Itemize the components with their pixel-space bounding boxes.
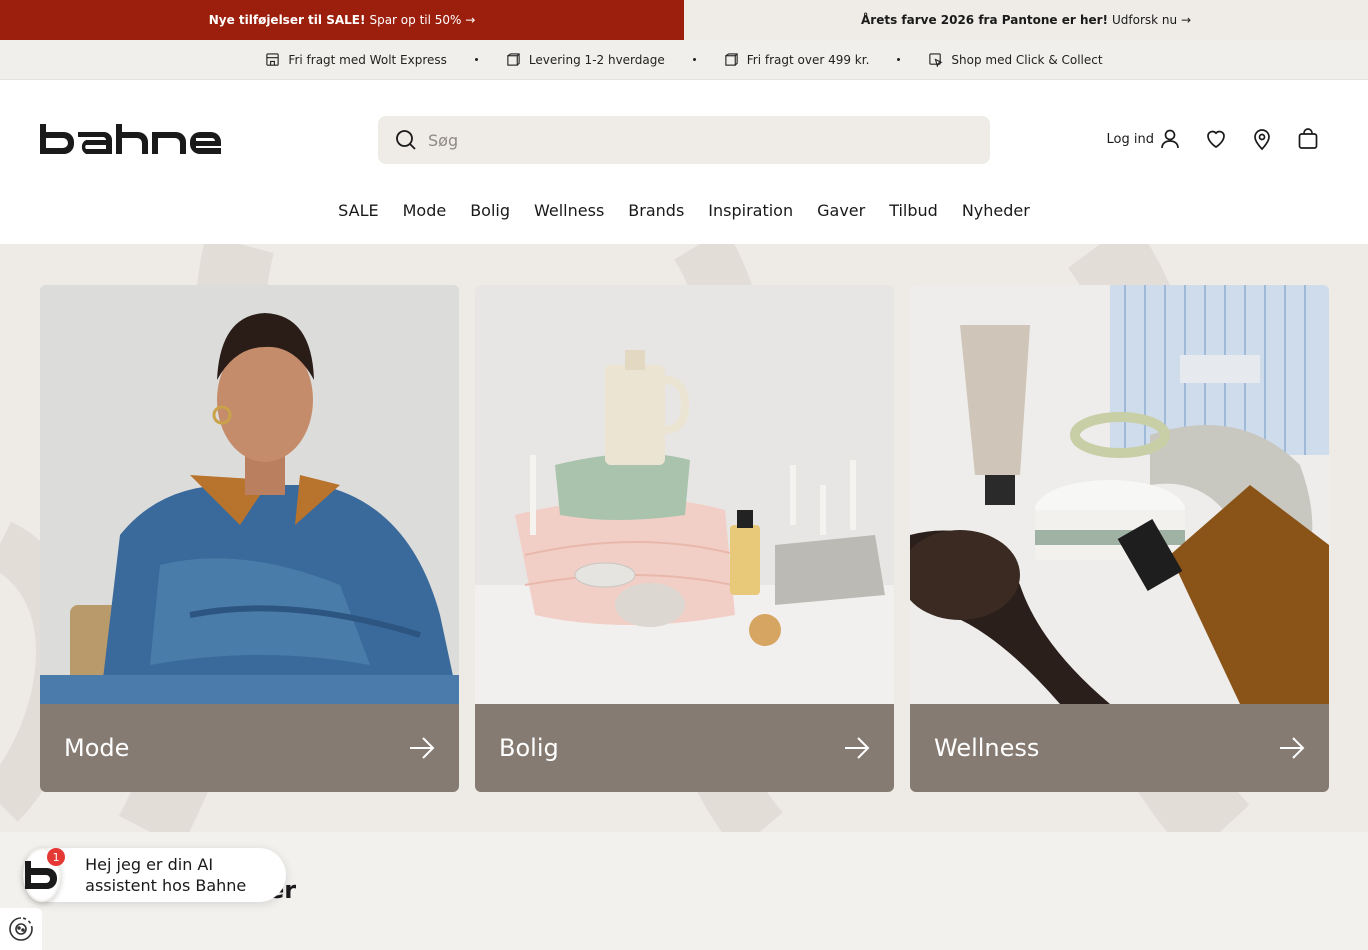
shopping-bag-icon xyxy=(1298,128,1318,149)
category-bar: Wellness xyxy=(910,704,1329,792)
location-pin-icon xyxy=(1254,129,1270,151)
category-cards: Mode Bolig Wellness xyxy=(40,285,1329,792)
category-hero: Mode Bolig Wellness xyxy=(0,244,1368,832)
mode-image xyxy=(40,285,459,704)
nav-item-wellness[interactable]: Wellness xyxy=(534,201,604,220)
nav-item-tilbud[interactable]: Tilbud xyxy=(889,201,938,220)
usp-item: Fri fragt med Wolt Express xyxy=(265,52,447,67)
nav-item-gaver[interactable]: Gaver xyxy=(817,201,865,220)
logo-wordmark xyxy=(40,124,221,154)
sale-promo-link[interactable]: Nye tilføjelser til SALE! Spar op til 50… xyxy=(0,0,684,40)
category-bar: Mode xyxy=(40,704,459,792)
usp-bar: Fri fragt med Wolt Express Levering 1-2 … xyxy=(0,40,1368,80)
usp-item: Levering 1-2 hverdage xyxy=(506,52,665,67)
store-locator-button[interactable] xyxy=(1250,127,1274,151)
arrow-right-icon xyxy=(1280,737,1305,759)
usp-item: Shop med Click & Collect xyxy=(928,52,1103,67)
bolig-image xyxy=(475,285,894,704)
usp-label: Fri fragt med Wolt Express xyxy=(288,52,447,67)
ai-chat-widget[interactable]: 1 Hej jeg er din AI assistent hos Bahne xyxy=(23,848,286,902)
cookie-settings-button[interactable] xyxy=(0,908,42,950)
user-icon xyxy=(1161,129,1179,149)
cart-button[interactable] xyxy=(1296,127,1320,151)
category-label: Wellness xyxy=(934,734,1040,762)
arrow-right-icon xyxy=(410,737,435,759)
pantone-promo-text: Udforsk nu → xyxy=(1112,13,1192,27)
box-icon xyxy=(725,53,738,66)
site-header: Log ind SALE Mode Bolig Wellness Brands … xyxy=(0,80,1368,244)
usp-item: Fri fragt over 499 kr. xyxy=(724,52,870,67)
sale-promo-bold: Nye tilføjelser til SALE! xyxy=(208,13,366,27)
login-label: Log ind xyxy=(1106,131,1154,147)
nav-item-brands[interactable]: Brands xyxy=(628,201,684,220)
notification-badge: 1 xyxy=(47,848,66,866)
wellness-image xyxy=(910,285,1329,704)
usp-separator xyxy=(474,58,478,61)
search-bar[interactable] xyxy=(378,116,990,164)
category-card-mode[interactable]: Mode xyxy=(40,285,459,792)
usp-label: Shop med Click & Collect xyxy=(951,52,1103,67)
cookie-icon xyxy=(9,917,33,941)
heart-icon xyxy=(1207,130,1225,149)
nav-item-inspiration[interactable]: Inspiration xyxy=(708,201,793,220)
usp-separator xyxy=(897,58,901,61)
search-icon xyxy=(396,130,416,150)
category-card-bolig[interactable]: Bolig xyxy=(475,285,894,792)
usp-label: Fri fragt over 499 kr. xyxy=(746,52,870,67)
promo-bar: Nye tilføjelser til SALE! Spar op til 50… xyxy=(0,0,1368,40)
category-label: Mode xyxy=(64,734,130,762)
lower-section: er 1 Hej jeg er din AI assistent hos Bah… xyxy=(0,832,1368,950)
search-input[interactable] xyxy=(428,130,968,150)
click-collect-icon xyxy=(929,53,943,67)
main-nav: SALE Mode Bolig Wellness Brands Inspirat… xyxy=(0,201,1368,220)
header-actions: Log ind xyxy=(1107,127,1320,151)
pantone-promo-link[interactable]: Årets farve 2026 fra Pantone er her! Udf… xyxy=(684,0,1368,40)
bahne-logo[interactable] xyxy=(40,124,221,154)
box-icon xyxy=(507,53,520,66)
nav-item-mode[interactable]: Mode xyxy=(403,201,447,220)
sale-promo-text: Spar op til 50% → xyxy=(369,13,476,27)
usp-separator xyxy=(692,58,696,61)
nav-item-nyheder[interactable]: Nyheder xyxy=(962,201,1030,220)
chat-avatar[interactable]: 1 xyxy=(23,848,66,902)
chat-message: Hej jeg er din AI assistent hos Bahne xyxy=(85,855,247,895)
category-bar: Bolig xyxy=(475,704,894,792)
nav-item-bolig[interactable]: Bolig xyxy=(470,201,510,220)
store-icon xyxy=(266,53,280,66)
category-label: Bolig xyxy=(499,734,559,762)
category-card-wellness[interactable]: Wellness xyxy=(910,285,1329,792)
nav-item-sale[interactable]: SALE xyxy=(338,201,378,220)
wishlist-button[interactable] xyxy=(1204,127,1228,151)
arrow-right-icon xyxy=(845,737,870,759)
login-button[interactable]: Log ind xyxy=(1107,127,1182,151)
usp-label: Levering 1-2 hverdage xyxy=(528,52,665,67)
pantone-promo-bold: Årets farve 2026 fra Pantone er her! xyxy=(860,13,1109,27)
